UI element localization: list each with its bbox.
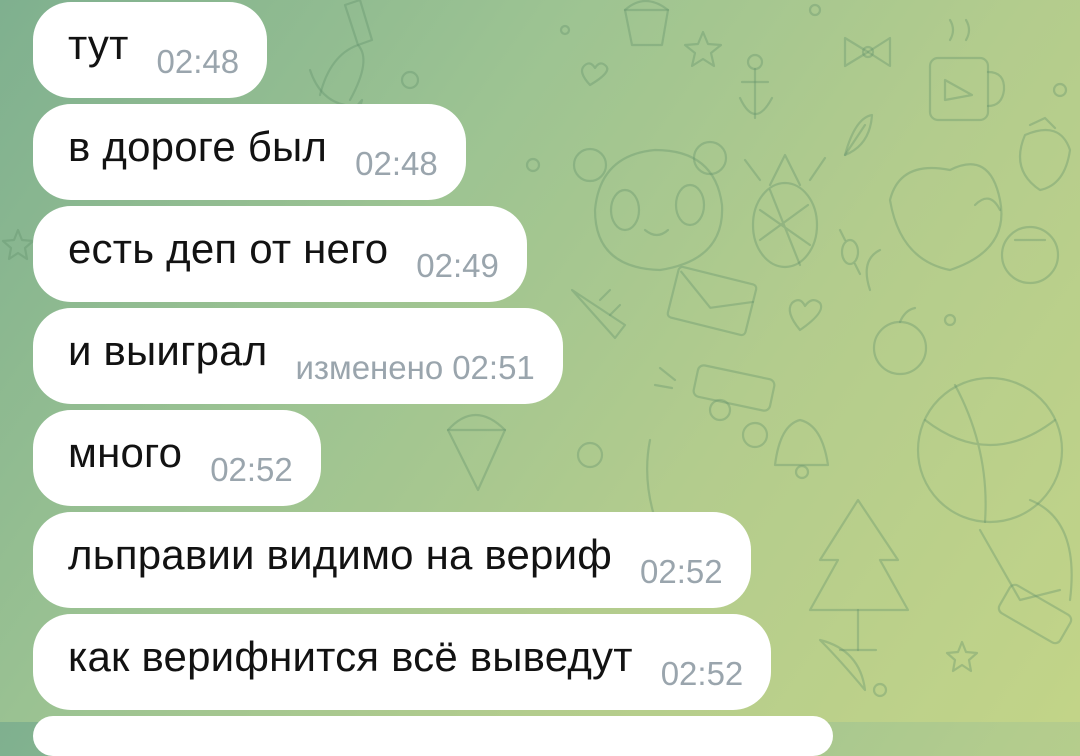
- message-time: 02:52: [640, 553, 723, 590]
- message-time: 02:52: [660, 655, 744, 692]
- message-bubble[interactable]: и выиграл изменено 02:51: [33, 308, 563, 404]
- message-bubble[interactable]: тут 02:48: [33, 2, 268, 98]
- message-meta: 02:52: [210, 453, 293, 486]
- message-list[interactable]: тут 02:48 в дороге был 02:48 есть деп от…: [0, 0, 1080, 756]
- message-text: много: [68, 429, 183, 476]
- message-meta: изменено 02:51: [295, 351, 534, 384]
- message-time: 02:48: [355, 145, 438, 182]
- message-edited-label: изменено: [295, 349, 444, 386]
- message-text: тут: [68, 21, 129, 68]
- message-bubble[interactable]: много 02:52: [33, 410, 321, 506]
- message-time: 02:51: [452, 349, 535, 386]
- message-meta: 02:48: [355, 147, 438, 180]
- message-bubble[interactable]: как верифнится всё выведут 02:52: [33, 614, 772, 710]
- message-text: есть деп от него: [68, 225, 389, 272]
- message-text: льправии видимо на вериф: [68, 531, 612, 578]
- message-bubble-partial[interactable]: [33, 716, 833, 756]
- message-meta: 02:52: [640, 555, 723, 588]
- message-time: 02:52: [210, 451, 293, 488]
- message-bubble[interactable]: есть деп от него 02:49: [33, 206, 527, 302]
- message-bubble[interactable]: льправии видимо на вериф 02:52: [33, 512, 751, 608]
- message-meta: 02:49: [416, 249, 499, 282]
- message-meta: 02:52: [661, 657, 744, 690]
- message-text: в дороге был: [68, 123, 328, 170]
- message-text: и выиграл: [68, 327, 268, 374]
- message-meta: 02:48: [157, 45, 240, 78]
- message-bubble[interactable]: в дороге был 02:48: [33, 104, 466, 200]
- message-time: 02:49: [416, 247, 499, 284]
- message-text: как верифнится всё выведут: [68, 633, 633, 680]
- message-time: 02:48: [156, 43, 240, 80]
